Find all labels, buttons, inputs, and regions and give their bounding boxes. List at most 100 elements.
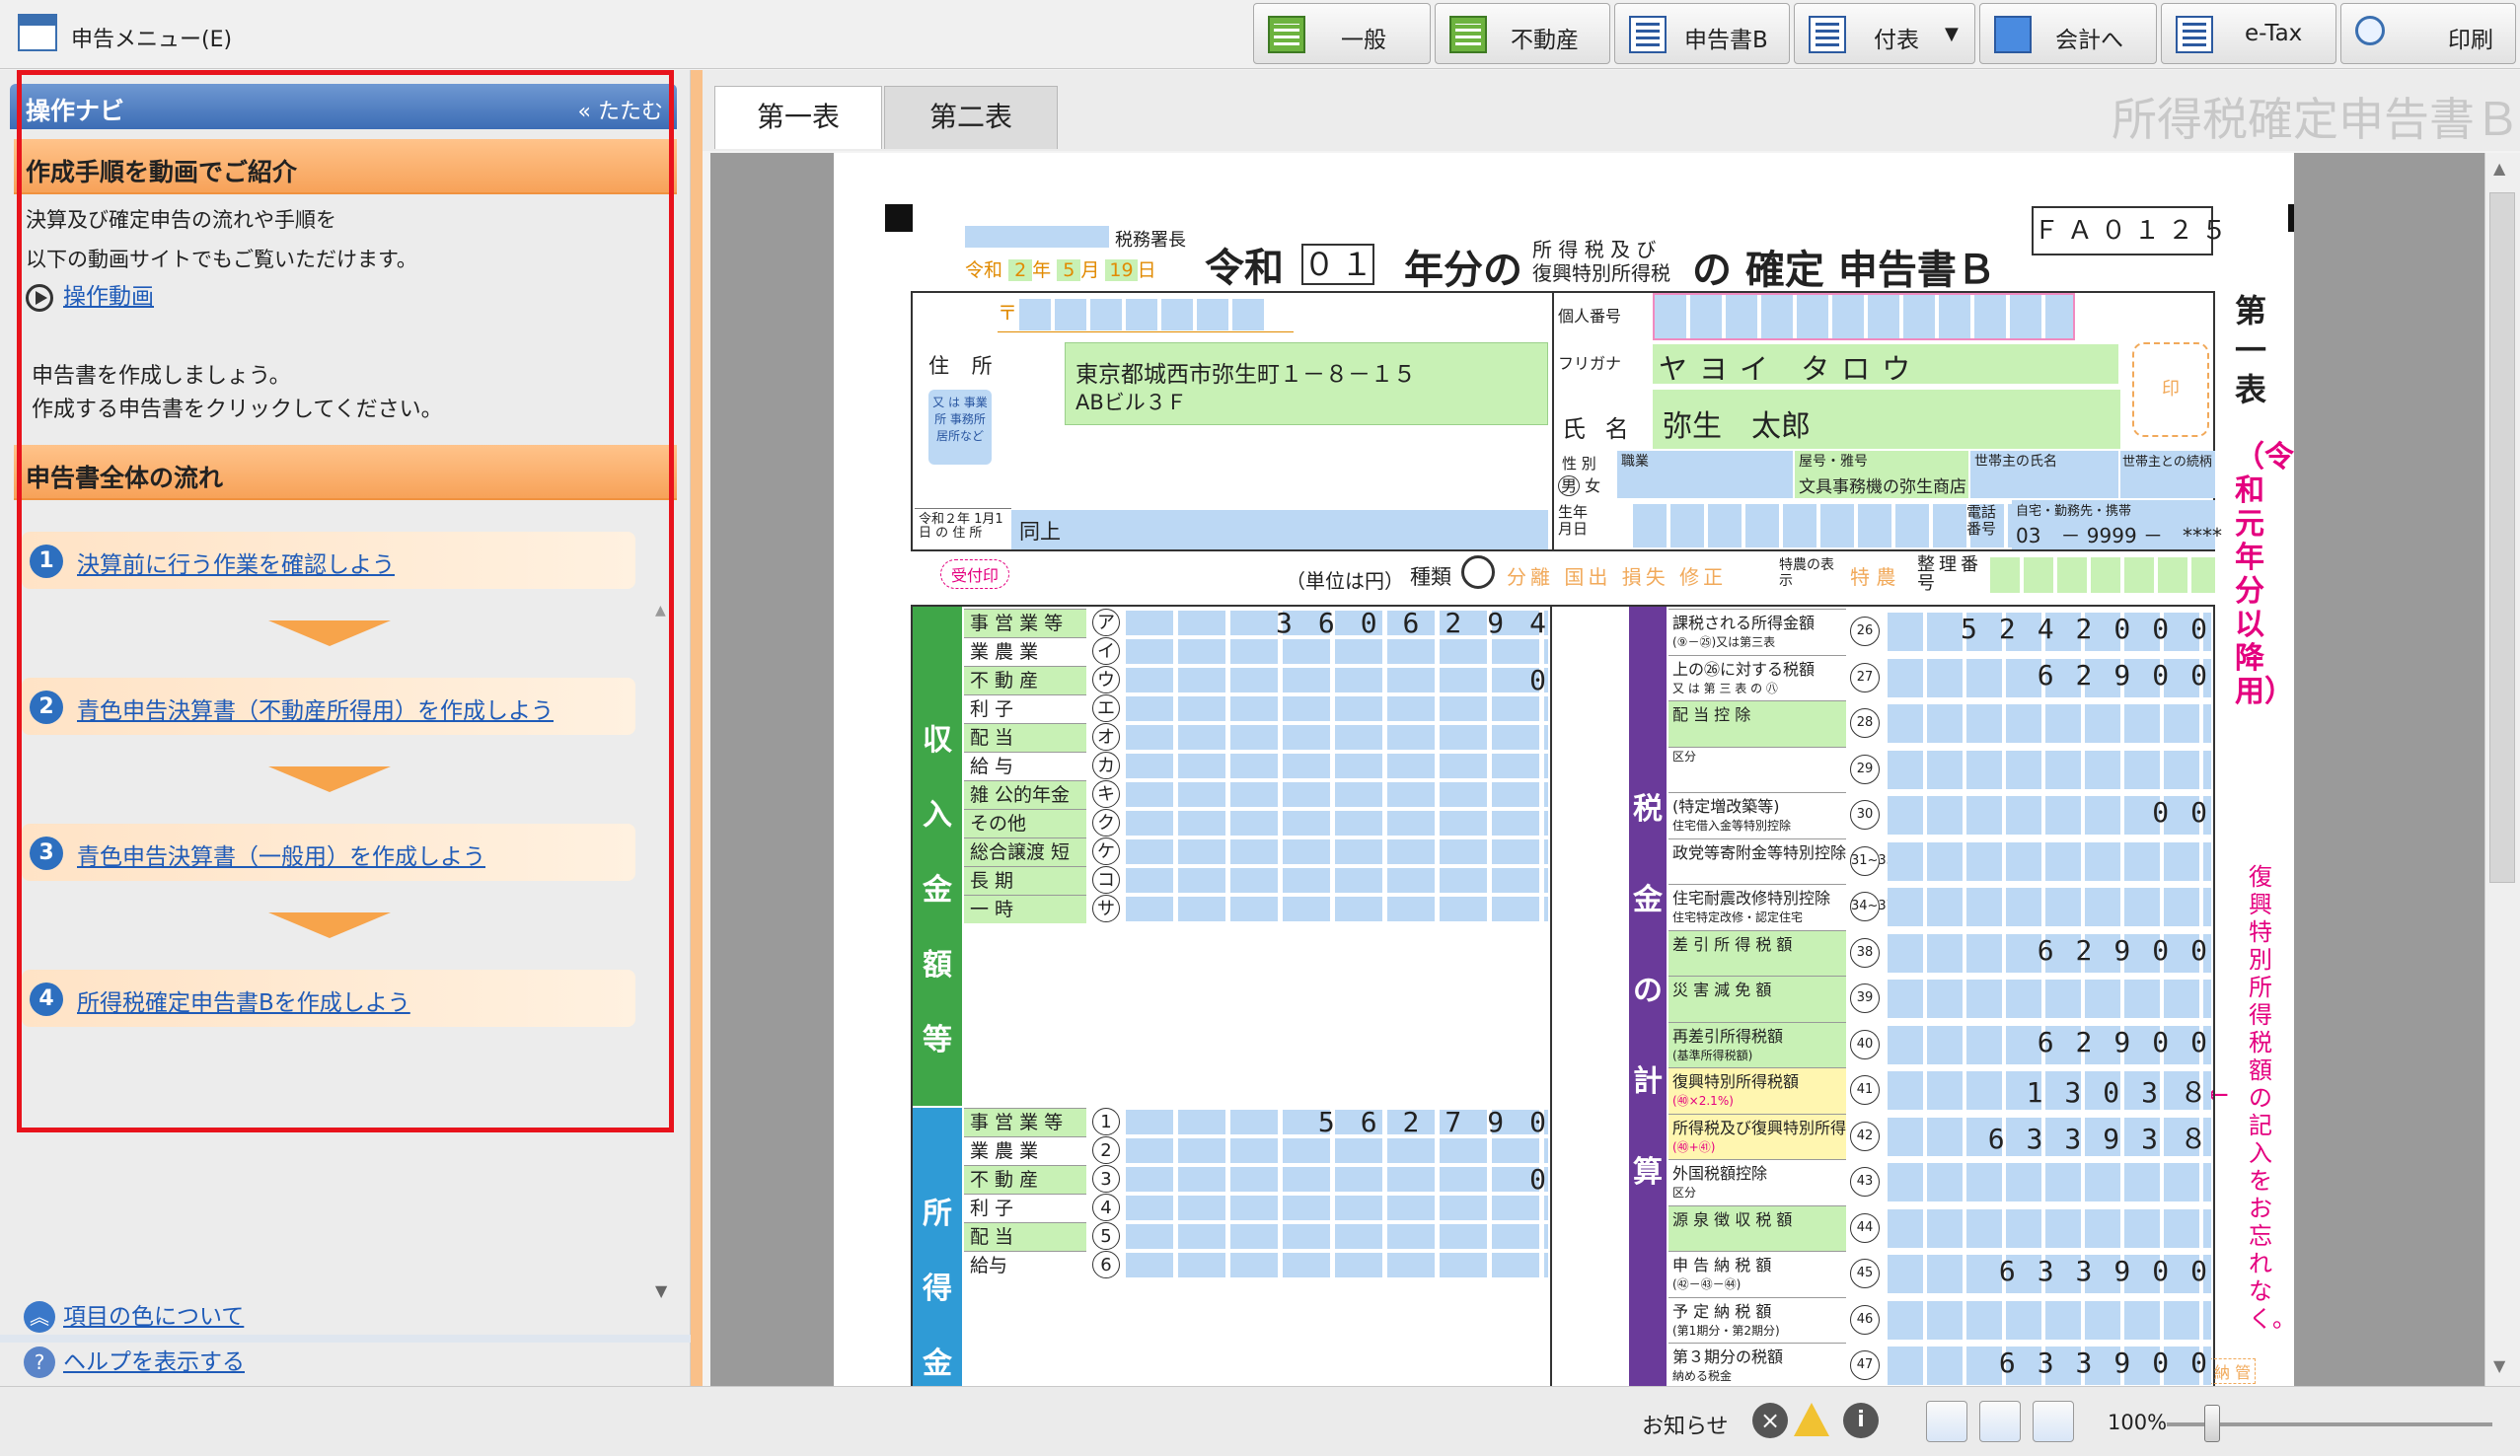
- shotoku-amount-field[interactable]: [1126, 1138, 1548, 1163]
- tax-amount-field[interactable]: [1888, 1163, 2211, 1201]
- to-accounting-button[interactable]: 会計へ: [1979, 3, 2157, 64]
- navi-header: 操作ナビ « たたむ: [10, 84, 677, 129]
- scroll-down-icon[interactable]: ▼: [655, 1281, 667, 1300]
- income-amount-field[interactable]: [1126, 839, 1548, 864]
- tax-amount-field[interactable]: [1888, 980, 2211, 1018]
- phone-field[interactable]: 自宅・勤務先・携帯 03 － 9999 － ****: [2012, 500, 2222, 549]
- print-preview-icon: [2355, 16, 2385, 45]
- color-help-link[interactable]: ︽ 項目の色について: [24, 1297, 244, 1333]
- job-field[interactable]: 職業: [1617, 451, 1793, 498]
- income-amount-field[interactable]: [1126, 696, 1548, 721]
- print-button[interactable]: 印刷: [2340, 3, 2516, 64]
- tax-amount-field[interactable]: [1888, 1301, 2211, 1340]
- kind-opt: 正: [1703, 565, 1728, 589]
- prev-address-field[interactable]: 同上: [1011, 510, 1548, 549]
- video-link[interactable]: 操作動画: [26, 277, 154, 312]
- shotoku-amount-field[interactable]: [1126, 1253, 1548, 1277]
- shop-name-field[interactable]: 屋号・雅号 文具事務機の弥生商店: [1795, 451, 1968, 498]
- name-value: 弥生 太郎: [1663, 409, 1811, 444]
- household-head-field[interactable]: 世帯主の氏名: [1970, 451, 2118, 498]
- postal-code-field[interactable]: 〒: [998, 297, 1294, 332]
- zoom-slider-handle[interactable]: [2204, 1405, 2220, 1442]
- menu-app-icon[interactable]: [18, 14, 57, 51]
- step-4[interactable]: 4 所得税確定申告書Bを作成しよう: [22, 970, 635, 1027]
- tax-amount-field[interactable]: [1888, 751, 2211, 789]
- tax-amount-value: 1303８: [2026, 1076, 2229, 1109]
- close-circle-icon[interactable]: ×: [1752, 1403, 1788, 1438]
- step-1-link: 決算前に行う作業を確認しよう: [77, 552, 395, 578]
- income-amount-field[interactable]: [1126, 868, 1548, 893]
- general-button[interactable]: 一般: [1253, 3, 1431, 64]
- relationship-field[interactable]: 世帯主との続柄: [2120, 451, 2215, 498]
- income-amount-field[interactable]: [1126, 782, 1548, 807]
- income-amount-field[interactable]: [1126, 811, 1548, 836]
- scroll-up-icon[interactable]: ▲: [655, 603, 666, 619]
- tax-amount-value: 62900: [2037, 659, 2229, 692]
- reference-number-field[interactable]: [1990, 557, 2215, 593]
- scroll-thumb[interactable]: [2489, 192, 2515, 883]
- tax-row-sublabel: (基準所得税額): [1672, 1049, 1753, 1062]
- fit-page-icon[interactable]: [1926, 1401, 1967, 1442]
- step-3[interactable]: 3 青色申告決算書（一般用）を作成しよう: [22, 824, 635, 881]
- tax-amount-field[interactable]: [1888, 888, 2211, 926]
- ledger-green-icon: [1268, 16, 1305, 53]
- income-row-label-cell: 給 与: [964, 752, 1086, 780]
- vertical-scrollbar[interactable]: ▲ ▼: [2484, 153, 2520, 1386]
- help-icon: ?: [24, 1347, 55, 1378]
- tax-amount-field[interactable]: [1888, 704, 2211, 743]
- tax-office-field[interactable]: [965, 226, 1109, 248]
- return-b-button[interactable]: 申告書B: [1614, 3, 1790, 64]
- step-1[interactable]: 1 決算前に行う作業を確認しよう: [22, 532, 635, 589]
- income-amount-field[interactable]: [1126, 639, 1548, 664]
- show-help-link[interactable]: ? ヘルプを表示する: [24, 1343, 245, 1378]
- shotoku-amount-field[interactable]: [1126, 1196, 1548, 1220]
- my-number-field[interactable]: [1653, 293, 2075, 340]
- real-estate-button[interactable]: 不動産: [1435, 3, 1610, 64]
- address-field[interactable]: 東京都城西市弥生町１－８－１５ ABビル３Ｆ: [1065, 342, 1548, 425]
- tax-amount-field[interactable]: [1888, 1209, 2211, 1248]
- shotoku-amount-field[interactable]: [1126, 1224, 1548, 1249]
- blue-return-circle-icon: [1461, 555, 1495, 589]
- step-2[interactable]: 2 青色申告決算書（不動産所得用）を作成しよう: [22, 678, 635, 735]
- tax-amount-value: 62900: [2037, 934, 2229, 967]
- fit-height-icon[interactable]: [1979, 1401, 2021, 1442]
- filing-date[interactable]: 令和 2年 5月 19 日: [965, 255, 1156, 282]
- fit-width-icon[interactable]: [2033, 1401, 2074, 1442]
- tax-amount-value: 5242000: [1960, 613, 2229, 645]
- attachment-button[interactable]: 付表 ▼: [1794, 3, 1975, 64]
- collapse-button[interactable]: « たたむ: [578, 94, 663, 125]
- info-icon[interactable]: i: [1843, 1403, 1879, 1438]
- tab-page-2[interactable]: 第二表: [884, 86, 1058, 149]
- income-amount-field[interactable]: [1126, 754, 1548, 778]
- form-tab-bar: 第一表 第二表 所得税確定申告書Ｂ: [703, 70, 2520, 151]
- panel-splitter[interactable]: [691, 70, 703, 1386]
- warning-icon[interactable]: [1794, 1403, 1829, 1436]
- side-note: 復興特別所得税額の記入をお忘れなく。: [2249, 863, 2294, 1333]
- kind-options[interactable]: 分離 国出 損失 修正: [1507, 561, 1727, 590]
- declaration-menu[interactable]: 申告メニュー(E): [71, 22, 232, 53]
- chevron-up-icon: ︽: [24, 1301, 55, 1333]
- form-icon: [1629, 16, 1667, 53]
- name-field[interactable]: 弥生 太郎: [1653, 390, 2120, 449]
- scroll-up-icon[interactable]: ▲: [2493, 159, 2505, 178]
- income-row-label-cell: 業 農 業: [964, 637, 1086, 666]
- tax-row-label: 配 当 控 除: [1672, 705, 1751, 724]
- special-field[interactable]: 特 農: [1850, 561, 1895, 590]
- income-amount-field[interactable]: [1126, 725, 1548, 750]
- etax-button[interactable]: e-Tax: [2161, 3, 2336, 64]
- tab-page-1[interactable]: 第一表: [714, 86, 882, 149]
- heading-nenbun: 年分の: [1404, 248, 1522, 293]
- instruction-2: 作成する申告書をクリックしてください。: [32, 398, 443, 422]
- gender-options[interactable]: 男 女: [1558, 473, 1600, 496]
- tax-section-bar: 税金の計算: [1629, 607, 1667, 1386]
- furigana-field[interactable]: ヤヨイ タロウ: [1653, 344, 2118, 386]
- income-amount-field[interactable]: [1126, 897, 1548, 921]
- row-number-icon: 4: [1092, 1194, 1120, 1221]
- tax-amount-field[interactable]: [1888, 842, 2211, 881]
- income-amount-field[interactable]: [1126, 668, 1548, 692]
- row-number-icon: ア: [1092, 609, 1120, 636]
- divider: [0, 1335, 691, 1343]
- shotoku-amount-field[interactable]: [1126, 1167, 1548, 1192]
- name-label: 氏 名: [1562, 415, 1635, 443]
- scroll-down-icon[interactable]: ▼: [2493, 1356, 2505, 1375]
